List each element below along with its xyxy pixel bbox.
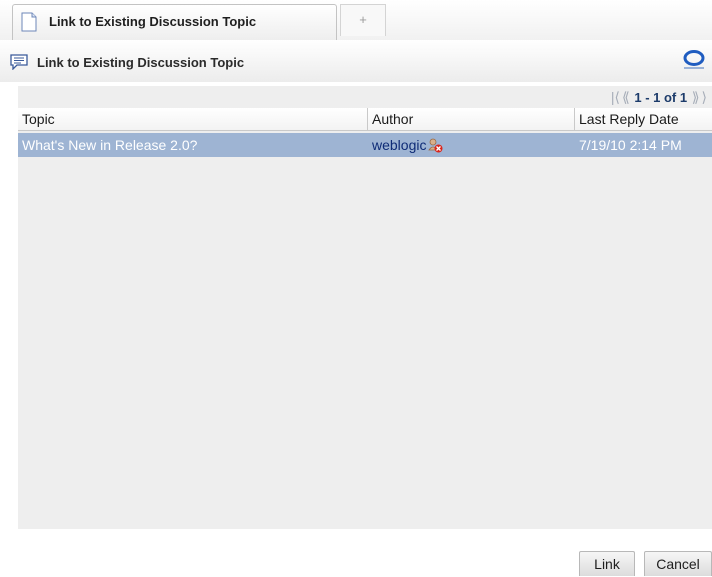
discussion-icon xyxy=(10,54,28,70)
column-header-author[interactable]: Author xyxy=(367,108,574,130)
first-page-icon[interactable]: |⟨ xyxy=(611,86,620,108)
last-page-icon[interactable]: ⟩ xyxy=(702,86,707,108)
topics-table: |⟨ ⟪ 1 - 1 of 1 ⟫ ⟩ Topic Author Last Repl… xyxy=(18,86,712,529)
cell-topic: What's New in Release 2.0? xyxy=(22,137,198,153)
column-header-topic[interactable]: Topic xyxy=(18,108,367,130)
page-title: Link to Existing Discussion Topic xyxy=(37,55,245,70)
cancel-button[interactable]: Cancel xyxy=(644,551,712,576)
author-link[interactable]: weblogic xyxy=(372,137,426,153)
tab-label: Link to Existing Discussion Topic xyxy=(49,14,257,29)
tab-bar: Link to Existing Discussion Topic + xyxy=(0,0,712,41)
page-range: 1 - 1 of 1 xyxy=(634,90,688,105)
link-button[interactable]: Link xyxy=(579,551,635,576)
dialog-header: Link to Existing Discussion Topic xyxy=(0,40,712,82)
table-header: Topic Author Last Reply Date xyxy=(18,108,712,131)
next-page-icon[interactable]: ⟫ xyxy=(692,86,700,108)
cell-last-reply-date: 7/19/10 2:14 PM xyxy=(579,137,682,153)
prev-page-icon[interactable]: ⟪ xyxy=(622,86,630,108)
document-icon xyxy=(21,12,37,32)
new-tab-button[interactable]: + xyxy=(340,4,386,36)
oracle-logo-icon xyxy=(683,50,705,69)
tab-link-existing-topic[interactable]: Link to Existing Discussion Topic xyxy=(12,4,337,40)
cell-author: weblogic xyxy=(368,133,443,157)
column-header-last-reply-date[interactable]: Last Reply Date xyxy=(574,108,712,130)
presence-offline-icon xyxy=(428,138,443,153)
pagination: |⟨ ⟪ 1 - 1 of 1 ⟫ ⟩ xyxy=(610,86,708,108)
table-row[interactable]: What's New in Release 2.0? weblogic 7/19… xyxy=(18,133,712,157)
